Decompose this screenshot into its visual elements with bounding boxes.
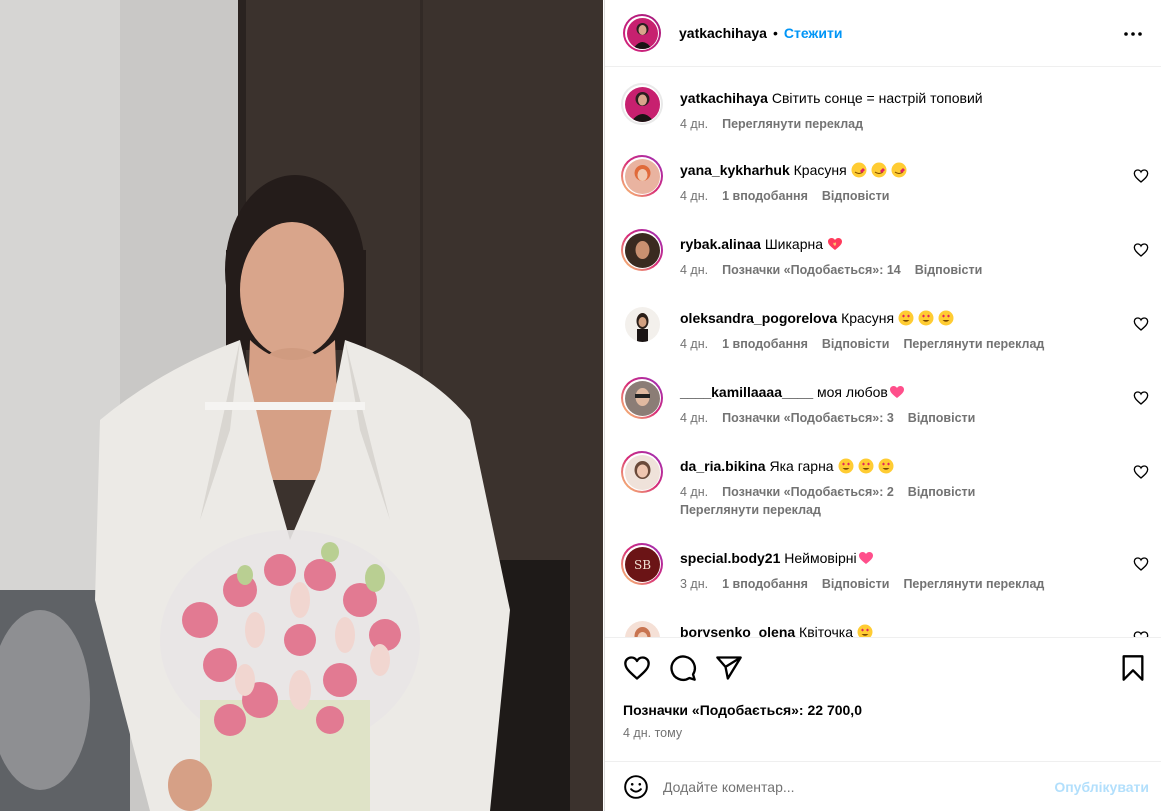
reply-link[interactable]: Відповісти — [822, 189, 890, 203]
follow-button[interactable]: Стежити — [784, 25, 843, 41]
comment-username[interactable]: special.body21 — [680, 550, 780, 566]
reply-link[interactable]: Відповісти — [908, 411, 976, 425]
comment-text: Квіточка — [799, 624, 853, 637]
comment-time[interactable]: 4 дн. — [680, 263, 708, 277]
save-bookmark-icon[interactable] — [1119, 654, 1147, 682]
comment-time[interactable]: 4 дн. — [680, 189, 708, 203]
more-options-icon[interactable] — [1121, 22, 1145, 46]
avatar-image — [626, 17, 658, 49]
commenter-avatar[interactable] — [621, 451, 663, 493]
caption-username[interactable]: yatkachihaya — [680, 90, 768, 106]
heart-eyes-emoji — [918, 310, 934, 326]
hug-heart-emoji — [851, 162, 867, 178]
commenter-avatar[interactable] — [621, 617, 663, 637]
caption-text: Світить сонце = настрій топовий — [771, 90, 983, 106]
share-paper-plane-icon[interactable] — [715, 654, 743, 682]
translate-link[interactable]: Переглянути переклад — [903, 337, 1044, 351]
comment-bubble-icon[interactable] — [669, 654, 697, 682]
reply-link[interactable]: Відповісти — [908, 485, 976, 499]
like-heart-icon[interactable] — [623, 654, 651, 682]
like-comment-heart-icon[interactable] — [1133, 556, 1149, 572]
pink-heart-emoji — [889, 386, 904, 398]
emoji-picker-icon[interactable] — [623, 774, 649, 800]
heart-eyes-emoji — [857, 624, 873, 637]
comment-text: Неймовірні — [784, 550, 857, 566]
add-comment-bar: Опублікувати — [605, 761, 1161, 811]
comment-likes[interactable]: Позначки «Подобається»: 2 — [722, 485, 894, 499]
comment-likes[interactable]: 1 вподобання — [722, 189, 808, 203]
avatar-image — [624, 306, 660, 342]
post-sidebar: yatkachihaya • Стежити yatkachihaya Світ… — [604, 0, 1161, 811]
like-comment-heart-icon[interactable] — [1133, 316, 1149, 332]
comment-username[interactable]: borysenko_olena — [680, 624, 795, 637]
comment-username[interactable]: da_ria.bikina — [680, 458, 766, 474]
avatar-image — [624, 86, 660, 122]
reply-link[interactable]: Відповісти — [915, 263, 983, 277]
author-username[interactable]: yatkachihaya — [679, 25, 767, 41]
post-image — [0, 0, 603, 811]
like-comment-heart-icon[interactable] — [1133, 242, 1149, 258]
commenter-avatar[interactable] — [621, 229, 663, 271]
like-comment-heart-icon[interactable] — [1133, 630, 1149, 637]
reply-link[interactable]: Відповісти — [822, 577, 890, 591]
like-comment-heart-icon[interactable] — [1133, 168, 1149, 184]
comment-text: Красуня — [841, 310, 895, 326]
avatar-image — [624, 158, 660, 194]
separator-dot: • — [772, 25, 778, 41]
comment-text: Красуня — [793, 162, 847, 178]
commenter-avatar[interactable] — [621, 303, 663, 345]
comment-time[interactable]: 3 дн. — [680, 577, 708, 591]
avatar-image — [624, 380, 660, 416]
commenter-avatar[interactable] — [621, 155, 663, 197]
comment-likes[interactable]: 1 вподобання — [722, 577, 808, 591]
caption-time[interactable]: 4 дн. — [680, 117, 708, 131]
like-comment-heart-icon[interactable] — [1133, 390, 1149, 406]
comment-username[interactable]: yana_kykharhuk — [680, 162, 790, 178]
post-timestamp[interactable]: 4 дн. тому — [623, 726, 682, 740]
comment-text: моя любов — [817, 384, 888, 400]
avatar-image — [624, 232, 660, 268]
hug-heart-emoji — [871, 162, 887, 178]
comment-text: Яка гарна — [769, 458, 834, 474]
caption-translate-link[interactable]: Переглянути переклад — [722, 117, 863, 131]
post-photo[interactable] — [0, 0, 603, 811]
comment-time[interactable]: 4 дн. — [680, 337, 708, 351]
avatar-image — [624, 454, 660, 490]
comments-list[interactable]: yatkachihaya Світить сонце = настрій топ… — [605, 67, 1161, 637]
hug-heart-emoji — [891, 162, 907, 178]
caption-avatar[interactable] — [621, 83, 663, 125]
heart-eyes-emoji — [838, 458, 854, 474]
avatar-image — [624, 620, 660, 637]
commenter-avatar[interactable] — [621, 377, 663, 419]
heart-eyes-emoji — [898, 310, 914, 326]
post-actions: Позначки «Подобається»: 22 700,0 4 дн. т… — [605, 637, 1161, 761]
comment-text: Шикарна — [764, 236, 824, 252]
heart-fire-emoji — [828, 238, 843, 250]
author-avatar[interactable] — [623, 14, 661, 52]
likes-count[interactable]: Позначки «Подобається»: 22 700,0 — [623, 702, 862, 718]
comment-time[interactable]: 4 дн. — [680, 411, 708, 425]
comment-input[interactable] — [663, 778, 1055, 795]
comment-username[interactable]: rybak.alinaa — [680, 236, 761, 252]
comment-username[interactable]: ____kamillaaaa____ — [680, 384, 813, 400]
pink-heart-emoji — [858, 552, 873, 564]
comment-likes[interactable]: 1 вподобання — [722, 337, 808, 351]
svg-text:SB: SB — [633, 558, 650, 572]
publish-button[interactable]: Опублікувати — [1054, 779, 1149, 795]
heart-eyes-emoji — [938, 310, 954, 326]
comment-time[interactable]: 4 дн. — [680, 485, 708, 499]
comment-likes[interactable]: Позначки «Подобається»: 3 — [722, 411, 894, 425]
avatar-image: SB — [624, 546, 660, 582]
comment-username[interactable]: oleksandra_pogorelova — [680, 310, 837, 326]
like-comment-heart-icon[interactable] — [1133, 464, 1149, 480]
post-header: yatkachihaya • Стежити — [605, 0, 1161, 67]
translate-link[interactable]: Переглянути переклад — [680, 503, 1109, 517]
comment-likes[interactable]: Позначки «Подобається»: 14 — [722, 263, 901, 277]
heart-eyes-emoji — [878, 458, 894, 474]
translate-link[interactable]: Переглянути переклад — [903, 577, 1044, 591]
reply-link[interactable]: Відповісти — [822, 337, 890, 351]
heart-eyes-emoji — [858, 458, 874, 474]
commenter-avatar[interactable]: SB — [621, 543, 663, 585]
